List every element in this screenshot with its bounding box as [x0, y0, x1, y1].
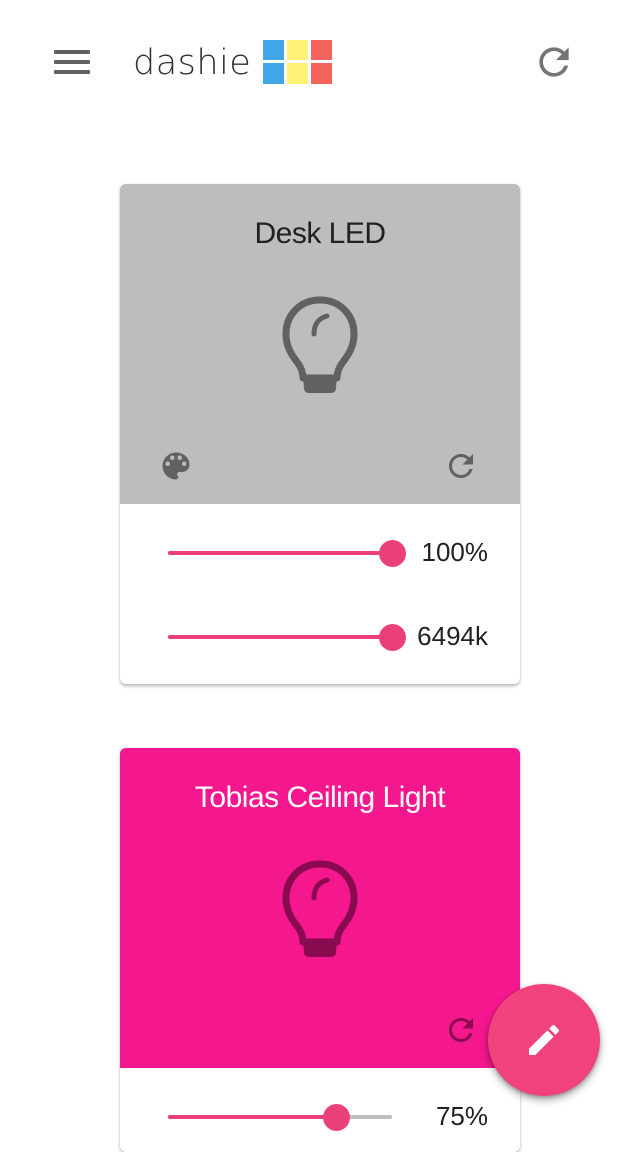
light-card-header[interactable]: Desk LED	[120, 184, 520, 504]
app-bar: dashie	[0, 0, 640, 128]
light-card-controls: 100% 6494k	[120, 504, 520, 684]
palette-icon	[162, 452, 190, 480]
brightness-row: 100%	[120, 504, 520, 588]
brightness-value: 75%	[435, 1101, 488, 1131]
brightness-row: 75%	[120, 1068, 520, 1152]
slider-handle[interactable]	[379, 540, 406, 567]
light-card-controls: 75%	[120, 1068, 520, 1152]
menu-icon	[54, 50, 90, 54]
brightness-value: 100%	[421, 537, 489, 567]
slider-fill	[168, 635, 392, 639]
light-card-header[interactable]: Tobias Ceiling Light	[120, 748, 520, 1068]
menu-icon-bar	[54, 70, 90, 74]
refresh-icon	[449, 1018, 473, 1042]
card-refresh-button[interactable]	[443, 448, 483, 488]
lightbulb-icon	[282, 296, 358, 393]
light-name: Desk LED	[254, 217, 386, 250]
slider-handle[interactable]	[323, 1104, 350, 1131]
refresh-icon	[449, 454, 473, 478]
color-temperature-slider[interactable]	[168, 624, 406, 651]
brightness-slider[interactable]	[168, 540, 406, 567]
menu-button[interactable]	[48, 40, 96, 88]
light-name: Tobias Ceiling Light	[194, 781, 446, 814]
slider-handle[interactable]	[379, 624, 406, 651]
app-title: dashie	[133, 43, 252, 83]
color-temperature-row: 6494k	[120, 588, 520, 684]
light-card-desk-led: Desk LED 100% 6494k	[120, 184, 520, 684]
slider-fill	[168, 1115, 336, 1119]
slider-fill	[168, 551, 392, 555]
refresh-button[interactable]	[532, 40, 576, 84]
lightbulb-icon	[282, 860, 358, 957]
brightness-slider[interactable]	[168, 1104, 392, 1131]
refresh-icon	[539, 47, 569, 77]
color-temperature-value: 6494k	[417, 621, 488, 651]
dashie-logo	[263, 40, 332, 84]
card-refresh-button[interactable]	[443, 1012, 483, 1052]
color-palette-button[interactable]	[158, 448, 198, 488]
edit-fab-button[interactable]	[488, 984, 600, 1096]
menu-icon-bar	[54, 60, 90, 64]
light-card-tobias-ceiling-light: Tobias Ceiling Light 75%	[120, 748, 520, 1152]
pencil-icon	[529, 1024, 560, 1055]
